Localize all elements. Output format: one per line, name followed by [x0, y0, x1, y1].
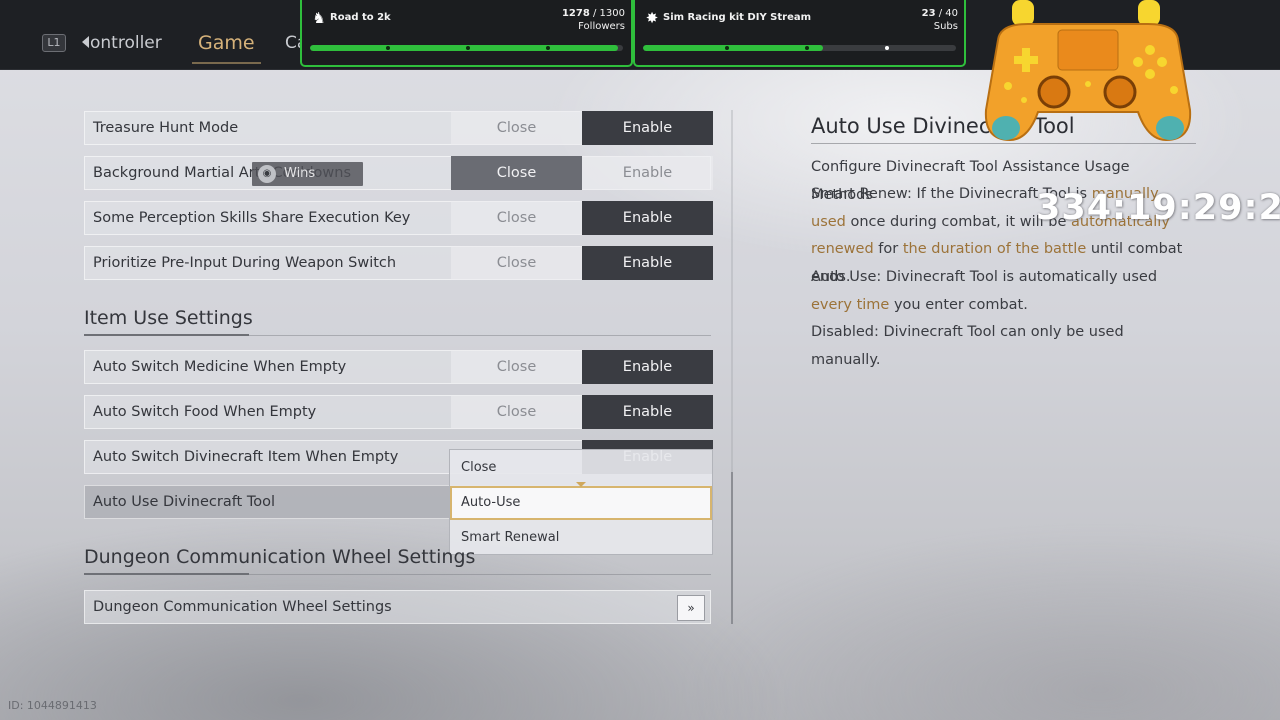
goal-title: Sim Racing kit DIY Stream [663, 12, 812, 23]
info-disabled: Disabled: Divinecraft Tool can only be u… [811, 324, 1124, 368]
right-grip [1156, 116, 1184, 140]
square-button [1133, 57, 1143, 67]
right-trigger [1138, 0, 1160, 26]
close-option[interactable]: Close [451, 395, 582, 429]
goal-marker [386, 46, 390, 50]
goal-marker [725, 46, 729, 50]
dpad [1022, 48, 1030, 72]
open-submenu-button[interactable]: » [677, 595, 705, 621]
close-option[interactable]: Close [451, 350, 582, 384]
goal-progress-fill [643, 45, 823, 51]
cross-button [1145, 69, 1155, 79]
scrollbar[interactable] [731, 110, 733, 624]
enable-option[interactable]: Enable [582, 201, 713, 235]
goal-marker [466, 46, 470, 50]
row-label: Auto Use Divinecraft Tool [93, 494, 276, 510]
gear-icon: ✸ [645, 9, 659, 27]
enable-option[interactable]: Enable [582, 156, 713, 190]
goal-current: 1278 [561, 8, 590, 19]
row-label: Auto Switch Medicine When Empty [93, 359, 347, 375]
goal-marker [805, 46, 809, 50]
enable-option[interactable]: Enable [582, 111, 713, 145]
row-label: Prioritize Pre-Input During Weapon Switc… [93, 255, 397, 271]
row-label: Treasure Hunt Mode [93, 120, 239, 136]
goal-unit: Subs [933, 21, 958, 32]
link-row[interactable]: Dungeon Communication Wheel Settings » [84, 590, 711, 624]
info-highlight: every time [811, 296, 890, 313]
left-stick [1037, 75, 1071, 109]
right-stick [1103, 75, 1137, 109]
texture-dot [1170, 86, 1178, 94]
goal-progress-bar [643, 45, 956, 51]
toggle-row[interactable]: Prioritize Pre-Input During Weapon Switc… [84, 246, 713, 280]
row-label: Some Perception Skills Share Execution K… [93, 210, 411, 226]
enable-option[interactable]: Enable [582, 395, 713, 429]
nav-left-arrow-icon[interactable] [82, 36, 89, 48]
goal-total: / 1300 [589, 8, 625, 19]
touchpad [1057, 29, 1119, 71]
stream-timer: 334:19:29:22 [1036, 188, 1280, 228]
chevron-down-icon [576, 482, 586, 487]
tab-controller[interactable]: ontroller [90, 33, 162, 53]
subs-goal-widget: ✸ Sim Racing kit DIY Stream 23 / 40 Subs [633, 0, 966, 67]
info-text: for [873, 241, 903, 257]
goal-title: Road to 2k [330, 12, 391, 23]
section-divider [84, 573, 711, 575]
row-label: Auto Switch Food When Empty [93, 404, 317, 420]
goal-progress-fill [310, 45, 618, 51]
toggle-row[interactable]: Background Martial Arts Cooldowns Close … [84, 156, 713, 190]
goal-total: / 40 [935, 8, 958, 19]
dropdown-option-close[interactable]: Close [450, 451, 712, 485]
close-option[interactable]: Close [451, 201, 582, 235]
info-text: you enter combat. [889, 296, 1028, 313]
toggle-row[interactable]: Auto Switch Medicine When Empty Close En… [84, 350, 713, 384]
follower-goal-widget: ♞ Road to 2k 1278 / 1300 Followers [300, 0, 633, 67]
paw-icon: ♞ [312, 9, 326, 27]
goal-unit: Followers [578, 21, 625, 32]
gamepad-overlay-icon [984, 0, 1192, 142]
goal-count: 23 / 40 Subs [922, 7, 958, 33]
goal-marker [885, 46, 889, 50]
goal-count: 1278 / 1300 Followers [562, 7, 625, 33]
dropdown-option-auto-use[interactable]: Auto-Use [450, 486, 712, 520]
overlay-id-tag: ID: 1044891413 [8, 699, 97, 712]
toggle-row[interactable]: Treasure Hunt Mode Close Enable [84, 111, 713, 145]
enable-option[interactable]: Enable [582, 246, 713, 280]
soundwave-icon: ◉ [258, 165, 276, 183]
left-grip [992, 116, 1020, 140]
circle-button [1157, 57, 1167, 67]
close-option[interactable]: Close [451, 246, 582, 280]
wins-overlay-chip: ◉ Wins [252, 162, 363, 186]
info-auto-use: Auto Use: Divinecraft Tool is automatica… [811, 264, 1191, 319]
goal-current: 23 [921, 8, 936, 19]
texture-dot [1021, 97, 1027, 103]
row-label: Auto Switch Divinecraft Item When Empty [93, 449, 399, 465]
texture-dot [1004, 82, 1012, 90]
dropdown-option-smart-renewal[interactable]: Smart Renewal [450, 521, 712, 555]
left-trigger [1012, 0, 1034, 26]
info-text: Auto Use: Divinecraft Tool is automatica… [811, 269, 1158, 285]
triangle-button [1145, 45, 1155, 55]
row-label: Dungeon Communication Wheel Settings [93, 599, 392, 615]
close-option[interactable]: Close [451, 111, 582, 145]
tab-game[interactable]: Game [192, 32, 261, 64]
enable-option[interactable]: Enable [582, 350, 713, 384]
toggle-row[interactable]: Some Perception Skills Share Execution K… [84, 201, 713, 235]
dungeon-section-title: Dungeon Communication Wheel Settings [84, 546, 476, 568]
goal-marker [546, 46, 550, 50]
item-use-section-title: Item Use Settings [84, 307, 253, 329]
scrollbar-thumb[interactable] [731, 472, 733, 624]
section-divider [84, 334, 711, 336]
goal-progress-bar [310, 45, 623, 51]
info-highlight: the duration of the battle [902, 241, 1087, 257]
toggle-row[interactable]: Auto Switch Food When Empty Close Enable [84, 395, 713, 429]
close-option[interactable]: Close [451, 156, 582, 190]
l1-button-hint[interactable]: L1 [42, 34, 66, 52]
chip-label: Wins [284, 166, 316, 181]
texture-dot [1085, 81, 1091, 87]
auto-use-dropdown-menu[interactable]: Close Auto-Use Smart Renewal [449, 449, 713, 555]
